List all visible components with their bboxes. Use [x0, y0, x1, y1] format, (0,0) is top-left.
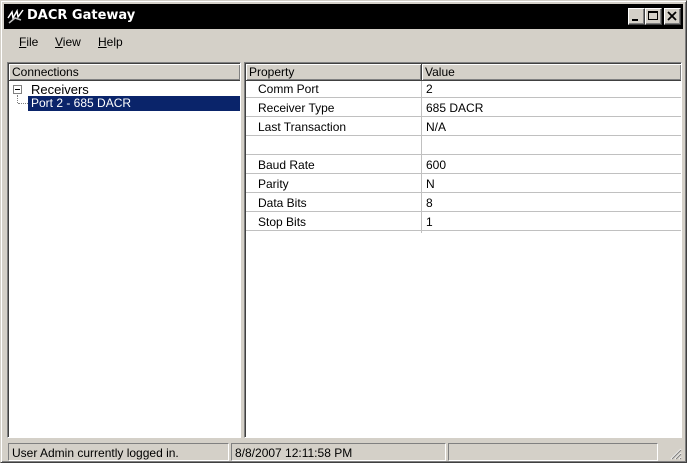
table-row[interactable]: Parity N [246, 176, 681, 193]
value-cell: N [426, 177, 435, 191]
menu-view[interactable]: View [55, 35, 81, 49]
menu-view-rest: iew [62, 35, 81, 49]
tree-node-port-2[interactable]: Port 2 - 685 DACR [28, 96, 240, 111]
table-row[interactable] [246, 138, 681, 155]
table-row[interactable]: Data Bits 8 [246, 195, 681, 212]
menu-file[interactable]: File [19, 35, 38, 49]
property-cell: Last Transaction [258, 120, 347, 134]
status-user: User Admin currently logged in. [8, 443, 229, 461]
property-cell: Parity [258, 177, 289, 191]
close-icon [667, 11, 677, 21]
minimize-icon [632, 19, 638, 21]
value-cell: 2 [426, 82, 433, 96]
status-bar: User Admin currently logged in. 8/8/2007… [4, 441, 683, 461]
table-row[interactable]: Last Transaction N/A [246, 119, 681, 136]
resize-grip-icon[interactable] [668, 446, 682, 460]
menu-file-rest: ile [26, 35, 39, 49]
table-row[interactable]: Baud Rate 600 [246, 157, 681, 174]
property-cell: Comm Port [258, 82, 319, 96]
window-title: DACR Gateway [27, 8, 136, 23]
properties-pane: Property Value Comm Port 2 Receiver Type… [244, 62, 682, 438]
maximize-icon [648, 11, 658, 20]
property-cell: Data Bits [258, 196, 307, 210]
tree-node-receivers[interactable]: Receivers [31, 82, 89, 97]
close-button[interactable] [664, 8, 681, 25]
column-header-value[interactable]: Value [422, 64, 681, 81]
menu-help[interactable]: Help [98, 35, 123, 49]
property-cell: Stop Bits [258, 215, 307, 229]
table-row[interactable]: Comm Port 2 [246, 81, 681, 98]
connections-header[interactable]: Connections [9, 64, 240, 81]
value-cell: 600 [426, 158, 447, 172]
menu-help-accel: H [98, 35, 107, 49]
status-datetime: 8/8/2007 12:11:58 PM [231, 443, 446, 461]
menu-bar: File View Help [4, 31, 683, 53]
menu-view-accel: V [55, 35, 63, 49]
value-cell: 8 [426, 196, 433, 210]
property-cell: Receiver Type [258, 101, 335, 115]
value-cell: N/A [426, 120, 447, 134]
app-window: DACR Gateway File View Help Connections … [0, 0, 687, 463]
table-row[interactable]: Stop Bits 1 [246, 214, 681, 231]
title-bar[interactable]: DACR Gateway [4, 4, 683, 29]
status-extra [448, 443, 658, 461]
minimize-button[interactable] [628, 8, 645, 25]
maximize-button[interactable] [645, 8, 662, 25]
value-cell: 685 DACR [426, 101, 484, 115]
signal-icon[interactable] [7, 8, 25, 25]
tree-connector [17, 95, 18, 103]
tree-connector [18, 103, 28, 104]
table-row[interactable]: Receiver Type 685 DACR [246, 100, 681, 117]
property-cell: Baud Rate [258, 158, 315, 172]
value-cell: 1 [426, 215, 433, 229]
connections-pane: Connections Receivers Port 2 - 685 DACR [7, 62, 241, 438]
tree-collapse-icon[interactable] [13, 85, 22, 94]
menu-help-rest: elp [106, 35, 123, 49]
column-header-property[interactable]: Property [246, 64, 422, 81]
